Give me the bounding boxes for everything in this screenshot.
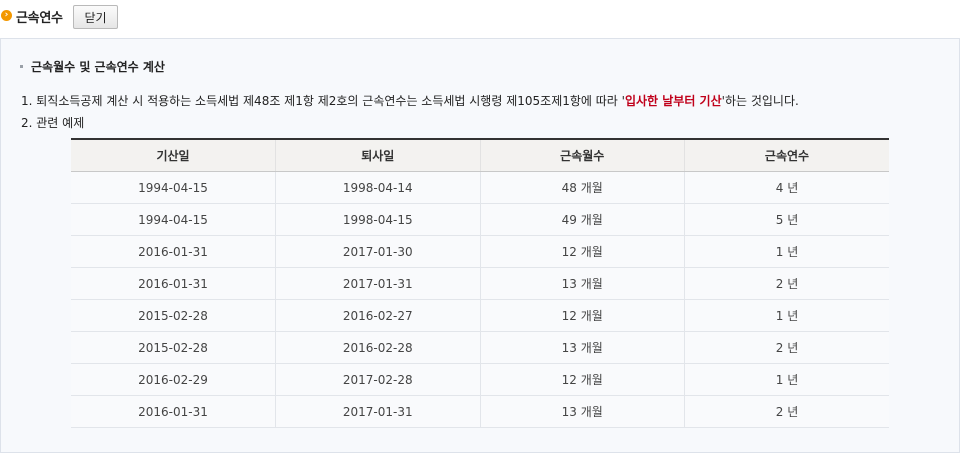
cell-years: 4 년 xyxy=(684,171,889,204)
cell-years: 2 년 xyxy=(684,331,889,364)
header-bar: › 근속연수 닫기 xyxy=(0,0,966,34)
cell-years: 5 년 xyxy=(684,203,889,236)
cell-start-date: 2016-01-31 xyxy=(71,395,276,428)
example-table-wrapper: 기산일 퇴사일 근속월수 근속연수 1994-04-15 1998-04-14 … xyxy=(71,138,889,428)
cell-start-date: 1994-04-15 xyxy=(71,171,276,204)
description-line-1-suffix: '하는 것입니다. xyxy=(721,94,799,108)
table-row: 2015-02-28 2016-02-27 12 개월 1 년 xyxy=(71,299,889,332)
description-highlight: 입사한 날부터 기산 xyxy=(624,94,722,108)
cell-months: 12 개월 xyxy=(479,363,685,396)
cell-years: 2 년 xyxy=(684,395,889,428)
cell-months: 12 개월 xyxy=(479,235,685,268)
cell-start-date: 2016-02-29 xyxy=(71,363,276,396)
cell-months: 13 개월 xyxy=(479,395,685,428)
cell-start-date: 1994-04-15 xyxy=(71,203,276,236)
cell-years: 2 년 xyxy=(684,267,889,300)
column-header-months: 근속월수 xyxy=(479,138,685,172)
table-row: 2016-01-31 2017-01-31 13 개월 2 년 xyxy=(71,395,889,428)
description-line-1: 1. 퇴직소득공제 계산 시 적용하는 소득세법 제48조 제1항 제2호의 근… xyxy=(21,92,799,109)
table-row: 2016-01-31 2017-01-30 12 개월 1 년 xyxy=(71,235,889,268)
cell-end-date: 2017-01-30 xyxy=(275,235,480,268)
cell-end-date: 2017-02-28 xyxy=(275,363,480,396)
cell-months: 13 개월 xyxy=(479,267,685,300)
table-header-row: 기산일 퇴사일 근속월수 근속연수 xyxy=(71,138,889,172)
table-row: 2016-01-31 2017-01-31 13 개월 2 년 xyxy=(71,267,889,300)
cell-years: 1 년 xyxy=(684,235,889,268)
cell-start-date: 2015-02-28 xyxy=(71,299,276,332)
table-row: 2016-02-29 2017-02-28 12 개월 1 년 xyxy=(71,363,889,396)
cell-end-date: 1998-04-15 xyxy=(275,203,480,236)
example-table: 기산일 퇴사일 근속월수 근속연수 1994-04-15 1998-04-14 … xyxy=(71,138,889,428)
content-panel: 근속월수 및 근속연수 계산 1. 퇴직소득공제 계산 시 적용하는 소득세법 … xyxy=(0,38,960,453)
cell-months: 13 개월 xyxy=(479,331,685,364)
cell-months: 12 개월 xyxy=(479,299,685,332)
close-button[interactable]: 닫기 xyxy=(73,5,118,29)
cell-start-date: 2016-01-31 xyxy=(71,267,276,300)
cell-months: 48 개월 xyxy=(479,171,685,204)
cell-start-date: 2016-01-31 xyxy=(71,235,276,268)
column-header-start-date: 기산일 xyxy=(71,138,276,172)
cell-years: 1 년 xyxy=(684,363,889,396)
cell-years: 1 년 xyxy=(684,299,889,332)
cell-months: 49 개월 xyxy=(479,203,685,236)
column-header-end-date: 퇴사일 xyxy=(275,138,480,172)
section-title: 근속월수 및 근속연수 계산 xyxy=(20,58,165,75)
description-line-1-prefix: 1. 퇴직소득공제 계산 시 적용하는 소득세법 제48조 제1항 제2호의 근… xyxy=(21,94,625,108)
orange-circle-arrow-icon: › xyxy=(1,10,12,21)
bullet-icon xyxy=(20,64,23,68)
cell-start-date: 2015-02-28 xyxy=(71,331,276,364)
section-title-text: 근속월수 및 근속연수 계산 xyxy=(31,60,165,74)
table-row: 1994-04-15 1998-04-15 49 개월 5 년 xyxy=(71,203,889,236)
cell-end-date: 2016-02-28 xyxy=(275,331,480,364)
page-title: 근속연수 xyxy=(16,11,63,26)
column-header-years: 근속연수 xyxy=(684,138,889,172)
table-row: 1994-04-15 1998-04-14 48 개월 4 년 xyxy=(71,171,889,204)
cell-end-date: 2017-01-31 xyxy=(275,267,480,300)
cell-end-date: 2016-02-27 xyxy=(275,299,480,332)
table-row: 2015-02-28 2016-02-28 13 개월 2 년 xyxy=(71,331,889,364)
cell-end-date: 2017-01-31 xyxy=(275,395,480,428)
description-line-2: 2. 관련 예제 xyxy=(21,116,85,130)
cell-end-date: 1998-04-14 xyxy=(275,171,480,204)
